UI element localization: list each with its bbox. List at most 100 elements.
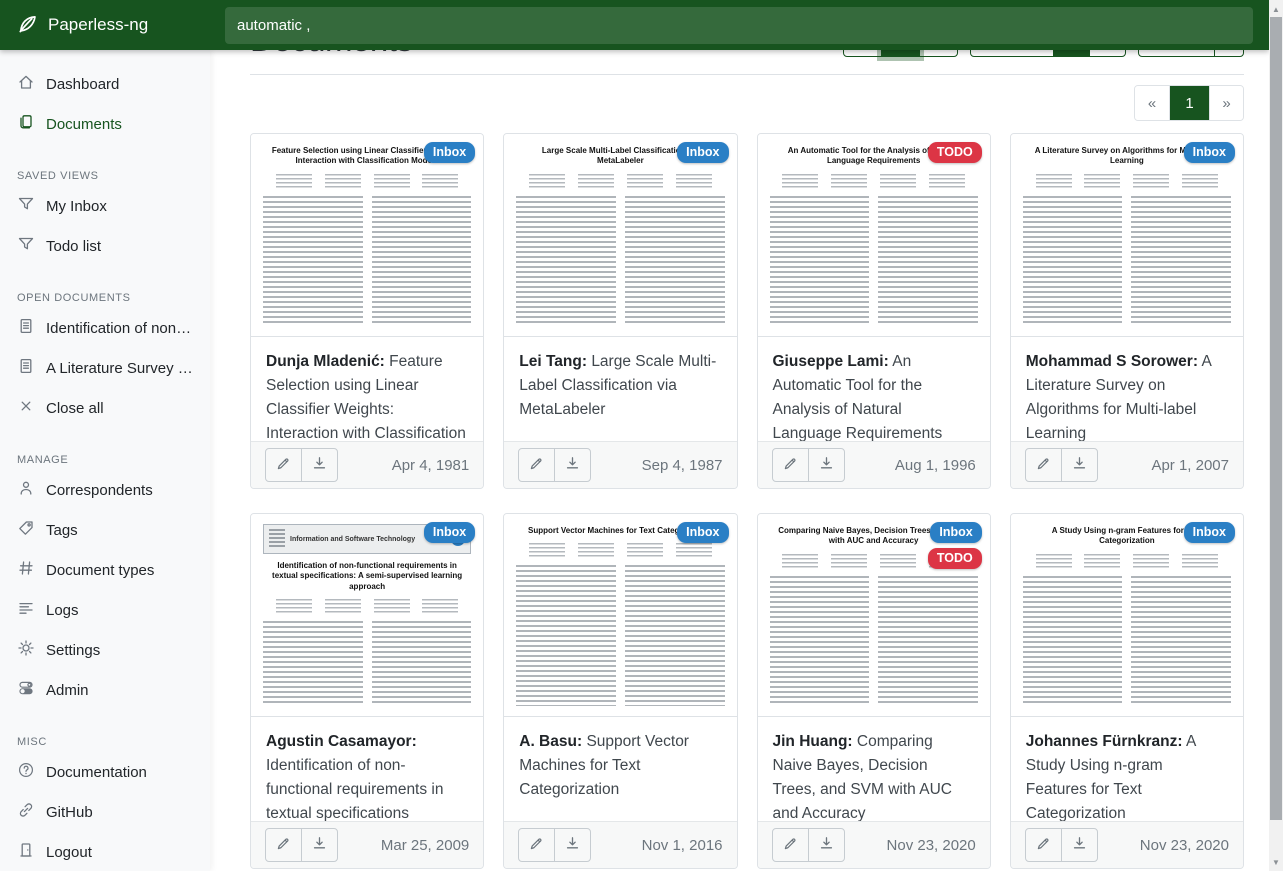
- edit-button[interactable]: [265, 828, 302, 862]
- download-button[interactable]: [554, 828, 591, 862]
- document-correspondent: Agustin Casamayor:: [266, 733, 417, 750]
- document-thumbnail[interactable]: Feature Selection using Linear Classifie…: [251, 134, 483, 337]
- card-tags: Inbox: [677, 522, 728, 543]
- sidebar-item-label: Correspondents: [46, 482, 153, 499]
- sidebar-item-my-inbox[interactable]: My Inbox: [0, 186, 210, 226]
- tag-badge[interactable]: TODO: [928, 142, 982, 163]
- pencil-icon: [528, 835, 545, 855]
- tag-badge[interactable]: TODO: [928, 548, 982, 569]
- pencil-icon: [1035, 835, 1052, 855]
- tag-badge[interactable]: Inbox: [930, 522, 981, 543]
- sidebar-heading-misc: MISC: [0, 730, 210, 752]
- sidebar-item-admin[interactable]: Admin: [0, 670, 210, 710]
- sidebar-item-open-document[interactable]: Identification of non-fu...: [0, 308, 210, 348]
- sidebar-item-label: Documentation: [46, 764, 147, 781]
- document-title-link[interactable]: Giuseppe Lami: An Automatic Tool for the…: [758, 337, 990, 441]
- sidebar-item-close-all[interactable]: Close all: [0, 388, 210, 428]
- card-actions: [265, 448, 338, 482]
- document-title-link[interactable]: A. Basu: Support Vector Machines for Tex…: [504, 717, 736, 821]
- sidebar-heading-manage: MANAGE: [0, 448, 210, 470]
- download-button[interactable]: [1061, 828, 1098, 862]
- download-button[interactable]: [301, 828, 338, 862]
- document-title-link[interactable]: Lei Tang: Large Scale Multi-Label Classi…: [504, 337, 736, 441]
- page-scrollbar[interactable]: ▲ ▼: [1269, 0, 1283, 871]
- document-title-link[interactable]: Jin Huang: Comparing Naive Bayes, Decisi…: [758, 717, 990, 821]
- app-brand[interactable]: Paperless-ng: [0, 12, 210, 39]
- sidebar: Dashboard Documents SAVED VIEWS My Inbox…: [0, 50, 210, 871]
- sidebar-item-open-document[interactable]: A Literature Survey on ...: [0, 348, 210, 388]
- search-input[interactable]: [225, 7, 1253, 44]
- document-title-link[interactable]: Johannes Fürnkranz: A Study Using n-gram…: [1011, 717, 1243, 821]
- edit-button[interactable]: [772, 828, 809, 862]
- sidebar-item-label: Logout: [46, 844, 92, 861]
- tag-badge[interactable]: Inbox: [424, 522, 475, 543]
- sidebar-item-label: GitHub: [46, 804, 93, 821]
- pagination-previous[interactable]: «: [1135, 86, 1169, 120]
- home-icon: [17, 73, 35, 95]
- edit-button[interactable]: [265, 448, 302, 482]
- toggles-icon: [17, 679, 35, 701]
- edit-button[interactable]: [518, 828, 555, 862]
- document-title-link[interactable]: Dunja Mladenić: Feature Selection using …: [251, 337, 483, 441]
- document-title-link[interactable]: Agustin Casamayor: Identification of non…: [251, 717, 483, 821]
- document-thumbnail[interactable]: Support Vector Machines for Text Categor…: [504, 514, 736, 717]
- pagination-page-1[interactable]: 1: [1169, 86, 1209, 120]
- card-footer: Nov 23, 2020: [1011, 821, 1243, 868]
- sidebar-item-documentation[interactable]: Documentation: [0, 752, 210, 792]
- pagination-next[interactable]: »: [1209, 86, 1243, 120]
- search-bar: [210, 7, 1269, 44]
- card-tags: Inbox TODO: [928, 522, 982, 569]
- edit-button[interactable]: [1025, 448, 1062, 482]
- document-correspondent: Johannes Fürnkranz:: [1026, 733, 1183, 750]
- sidebar-item-logout[interactable]: Logout: [0, 832, 210, 871]
- sidebar-item-correspondents[interactable]: Correspondents: [0, 470, 210, 510]
- scrollbar-thumb[interactable]: [1270, 17, 1282, 820]
- documents-grid: Inbox Feature Selection using Linear Cla…: [250, 133, 1244, 869]
- edit-button[interactable]: [1025, 828, 1062, 862]
- pencil-icon: [782, 835, 799, 855]
- document-thumbnail[interactable]: A Study Using n-gram Features for Text C…: [1011, 514, 1243, 717]
- question-circle-icon: [17, 761, 35, 783]
- feather-logo-icon: [16, 12, 38, 39]
- scrollbar-down-arrow[interactable]: ▼: [1269, 855, 1283, 869]
- app-header: Paperless-ng: [0, 0, 1269, 50]
- sidebar-item-label: A Literature Survey on ...: [46, 360, 193, 377]
- document-page-icon: [17, 317, 35, 339]
- card-actions: [518, 828, 591, 862]
- sidebar-item-documents[interactable]: Documents: [0, 104, 210, 144]
- sidebar-item-todo-list[interactable]: Todo list: [0, 226, 210, 266]
- edit-button[interactable]: [518, 448, 555, 482]
- edit-button[interactable]: [772, 448, 809, 482]
- tag-badge[interactable]: Inbox: [1184, 522, 1235, 543]
- download-button[interactable]: [301, 448, 338, 482]
- download-button[interactable]: [808, 448, 845, 482]
- document-thumbnail[interactable]: Large Scale Multi-Label Classification v…: [504, 134, 736, 337]
- document-correspondent: Giuseppe Lami:: [773, 353, 889, 370]
- logs-icon: [17, 599, 35, 621]
- tag-badge[interactable]: Inbox: [1184, 142, 1235, 163]
- sidebar-item-dashboard[interactable]: Dashboard: [0, 64, 210, 104]
- sidebar-item-logs[interactable]: Logs: [0, 590, 210, 630]
- sidebar-item-document-types[interactable]: Document types: [0, 550, 210, 590]
- sidebar-item-tags[interactable]: Tags: [0, 510, 210, 550]
- download-button[interactable]: [554, 448, 591, 482]
- sidebar-item-settings[interactable]: Settings: [0, 630, 210, 670]
- download-button[interactable]: [1061, 448, 1098, 482]
- document-date: Aug 1, 1996: [895, 457, 976, 474]
- card-tags: Inbox: [424, 522, 475, 543]
- tag-badge[interactable]: Inbox: [424, 142, 475, 163]
- document-thumbnail[interactable]: A Literature Survey on Algorithms for Mu…: [1011, 134, 1243, 337]
- sidebar-item-github[interactable]: GitHub: [0, 792, 210, 832]
- download-button[interactable]: [808, 828, 845, 862]
- person-icon: [17, 479, 35, 501]
- scrollbar-up-arrow[interactable]: ▲: [1269, 2, 1283, 16]
- sidebar-item-label: Identification of non-fu...: [46, 320, 193, 337]
- document-thumbnail[interactable]: An Automatic Tool for the Analysis of Na…: [758, 134, 990, 337]
- document-thumbnail[interactable]: Information and Software Technology Iden…: [251, 514, 483, 717]
- card-tags: Inbox: [1184, 142, 1235, 163]
- document-title-link[interactable]: Mohammad S Sorower: A Literature Survey …: [1011, 337, 1243, 441]
- tag-badge[interactable]: Inbox: [677, 522, 728, 543]
- thumbnail-authors: [269, 599, 465, 613]
- tag-badge[interactable]: Inbox: [677, 142, 728, 163]
- document-card: Inbox Information and Software Technolog…: [250, 513, 484, 869]
